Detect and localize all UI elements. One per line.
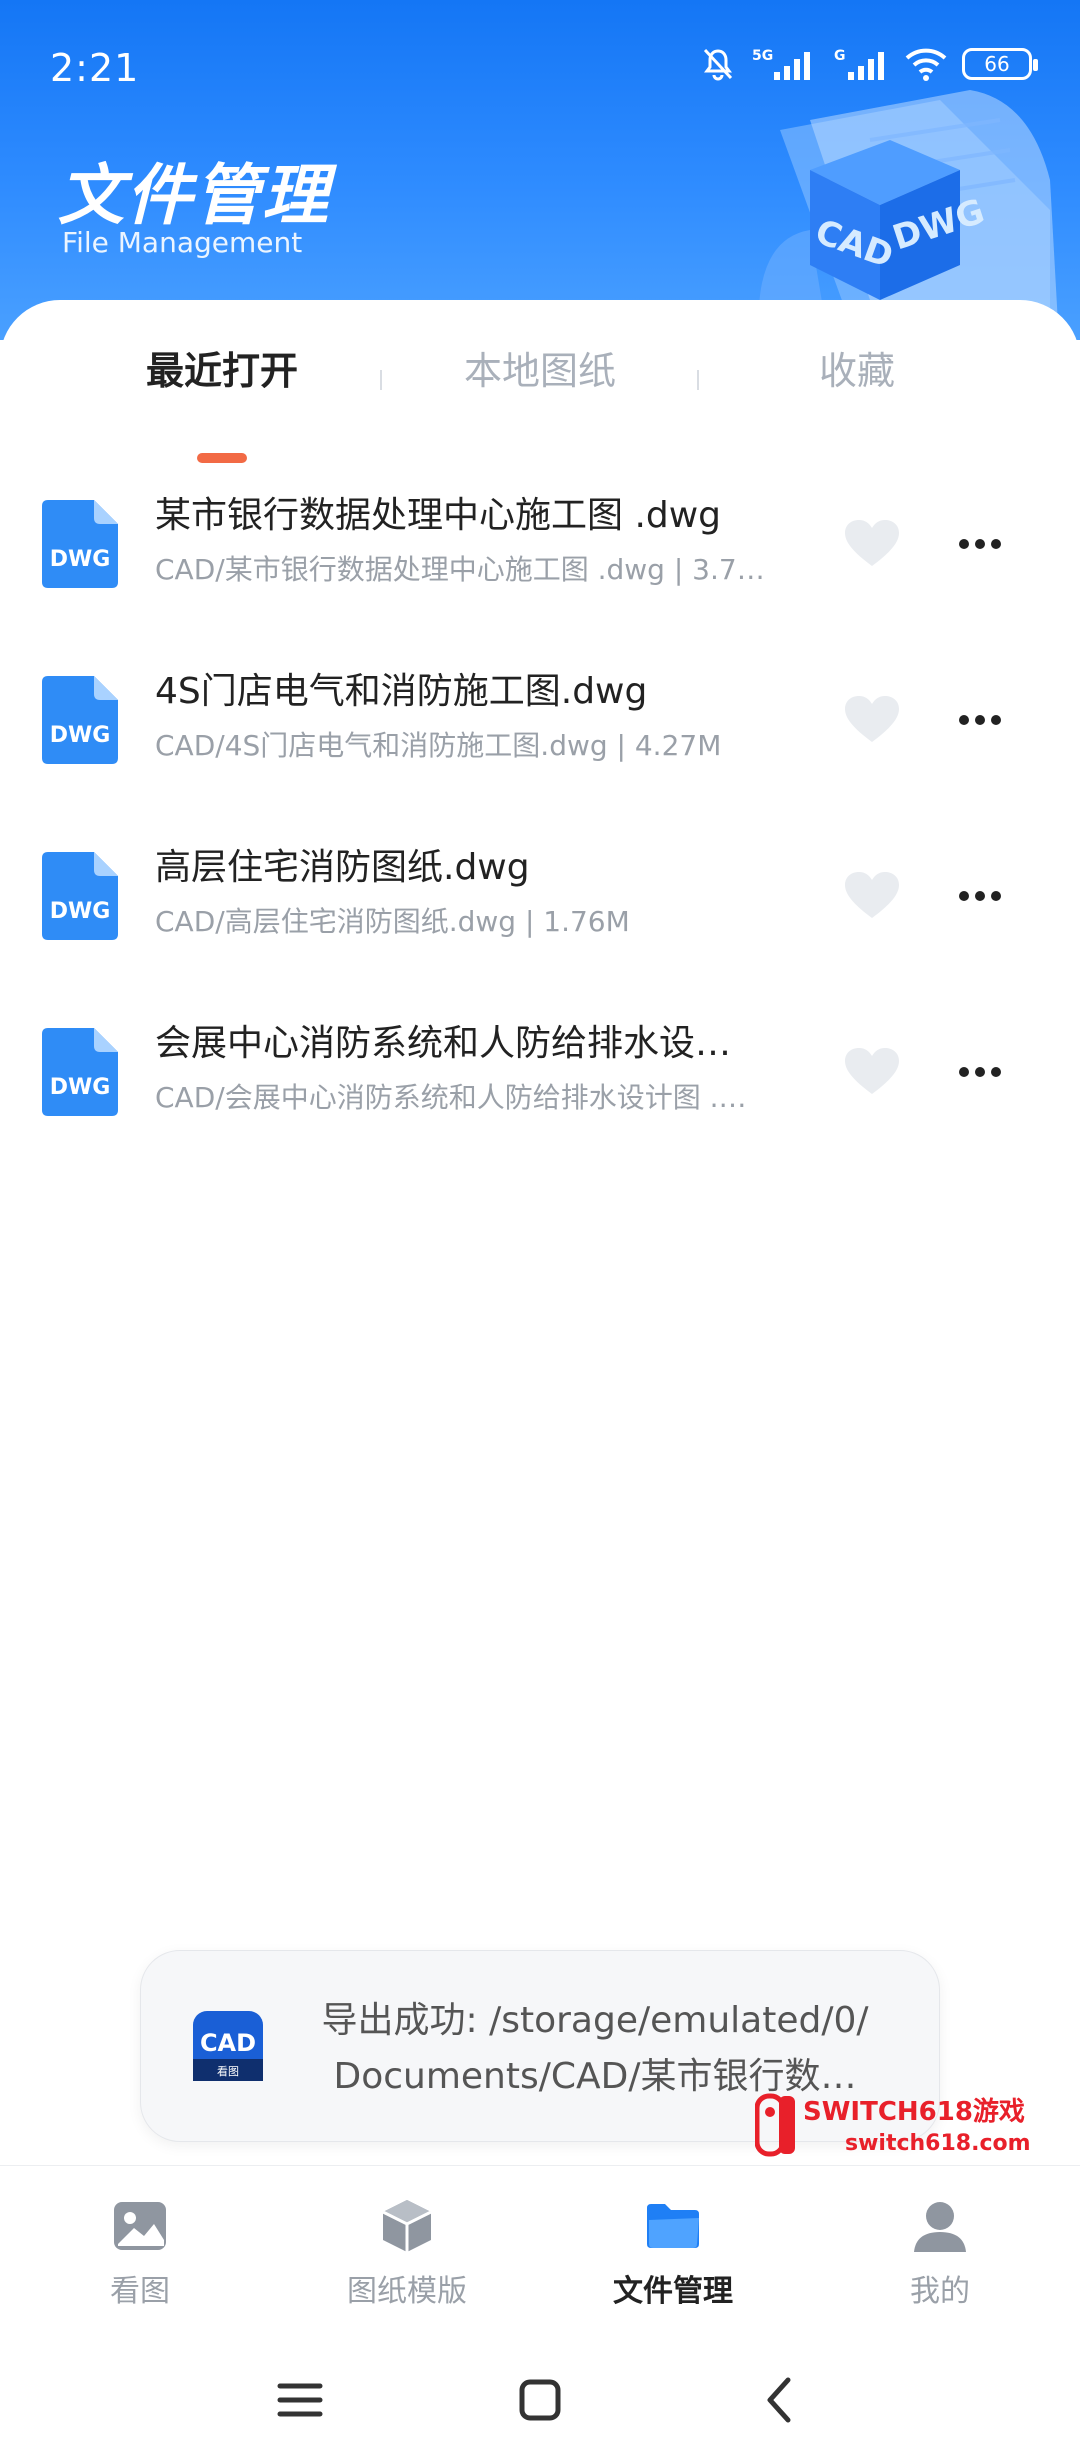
file-name: 4S门店电气和消防施工图.dwg: [155, 671, 648, 712]
cad-app-badge: CAD: [200, 2029, 256, 2057]
cad-app-badge-sub: 看图: [217, 2064, 239, 2078]
file-name: 会展中心消防系统和人防给排水设…: [155, 1023, 732, 1064]
page-subtitle: File Management: [62, 226, 303, 259]
nav-label-templates: 图纸模版: [347, 2274, 467, 2309]
file-path-size: CAD/高层住宅消防图纸.dwg | 1.76M: [155, 905, 630, 938]
cad-cube-illustration: CAD DWG: [758, 90, 1059, 340]
nav-profile[interactable]: 我的: [805, 2196, 1075, 2310]
content-panel: 最近打开 本地图纸 收藏 DWG 某市银行数据处理中心施工图 .dwg CAD/某市…: [0, 300, 1080, 2170]
file-type-badge: DWG: [50, 1075, 111, 1100]
status-time: 2:21: [50, 46, 140, 90]
nav-templates[interactable]: 图纸模版: [272, 2196, 542, 2310]
dwg-file-icon: DWG: [42, 676, 118, 764]
more-options-icon[interactable]: [955, 878, 1005, 914]
tab-bar: 最近打开 本地图纸 收藏: [0, 340, 1080, 463]
tab-favorites[interactable]: 收藏: [707, 340, 1007, 395]
bottom-nav: 看图 图纸模版 文件管理 我的: [0, 2165, 1080, 2340]
dwg-file-icon: DWG: [42, 1028, 118, 1116]
toast-line-1: 导出成功: /storage/emulated/0/: [321, 2000, 869, 2041]
file-name: 高层住宅消防图纸.dwg: [155, 847, 530, 888]
more-options-icon[interactable]: [955, 526, 1005, 562]
file-type-badge: DWG: [50, 723, 111, 748]
file-type-badge: DWG: [50, 899, 111, 924]
favorite-heart-icon[interactable]: [845, 696, 899, 744]
home-icon[interactable]: [510, 2370, 570, 2430]
page-title: 文件管理: [58, 157, 330, 234]
file-name: 某市银行数据处理中心施工图 .dwg: [155, 495, 722, 536]
file-row[interactable]: DWG 某市银行数据处理中心施工图 .dwg CAD/某市银行数据处理中心施工图 .…: [0, 450, 1080, 626]
file-path-size: CAD/某市银行数据处理中心施工图 .dwg | 3.7…: [155, 553, 765, 586]
file-path-size: CAD/会展中心消防系统和人防给排水设计图 .…: [155, 1081, 747, 1114]
favorite-heart-icon[interactable]: [845, 1048, 899, 1096]
favorite-heart-icon[interactable]: [845, 872, 899, 920]
image-icon: [114, 2202, 166, 2250]
header: 2:21 5G G 66 文件管理 File Management CAD DW…: [0, 0, 1080, 340]
file-path-size: CAD/4S门店电气和消防施工图.dwg | 4.27M: [155, 729, 722, 762]
nav-label-file-management: 文件管理: [613, 2274, 733, 2309]
favorite-heart-icon[interactable]: [845, 520, 899, 568]
watermark-line-2: switch618.com: [845, 2131, 1031, 2156]
switch618-watermark: SWITCH618游戏 switch618.com: [755, 2093, 1031, 2157]
nav-view[interactable]: 看图: [5, 2196, 275, 2310]
file-row[interactable]: DWG 会展中心消防系统和人防给排水设… CAD/会展中心消防系统和人防给排水设计图…: [0, 978, 1080, 1154]
more-options-icon[interactable]: [955, 1054, 1005, 1090]
file-row[interactable]: DWG 高层住宅消防图纸.dwg CAD/高层住宅消防图纸.dwg | 1.76M: [0, 802, 1080, 978]
more-options-icon[interactable]: [955, 702, 1005, 738]
tab-recent[interactable]: 最近打开: [72, 340, 372, 395]
tab-divider: [697, 370, 699, 390]
dwg-file-icon: DWG: [42, 852, 118, 940]
nav-file-management[interactable]: 文件管理: [538, 2196, 808, 2310]
dwg-file-icon: DWG: [42, 500, 118, 588]
file-row[interactable]: DWG 4S门店电气和消防施工图.dwg CAD/4S门店电气和消防施工图.dwg …: [0, 626, 1080, 802]
nav-label-view: 看图: [110, 2274, 170, 2309]
file-type-badge: DWG: [50, 547, 111, 572]
nav-label-profile: 我的: [910, 2274, 970, 2309]
tab-divider: [380, 370, 382, 390]
menu-icon[interactable]: [270, 2370, 330, 2430]
toast-message: 导出成功: /storage/emulated/0/ Documents/CAD…: [295, 1993, 895, 2105]
folder-icon: [647, 2204, 699, 2248]
system-navigation-bar: [0, 2340, 1080, 2460]
watermark-line-1: SWITCH618游戏: [803, 2097, 1025, 2127]
cube-icon: [382, 2200, 432, 2252]
cad-app-icon: CAD 看图: [193, 2011, 263, 2081]
tab-local-drawings[interactable]: 本地图纸: [390, 340, 690, 395]
back-icon[interactable]: [750, 2370, 810, 2430]
user-icon: [914, 2202, 966, 2252]
